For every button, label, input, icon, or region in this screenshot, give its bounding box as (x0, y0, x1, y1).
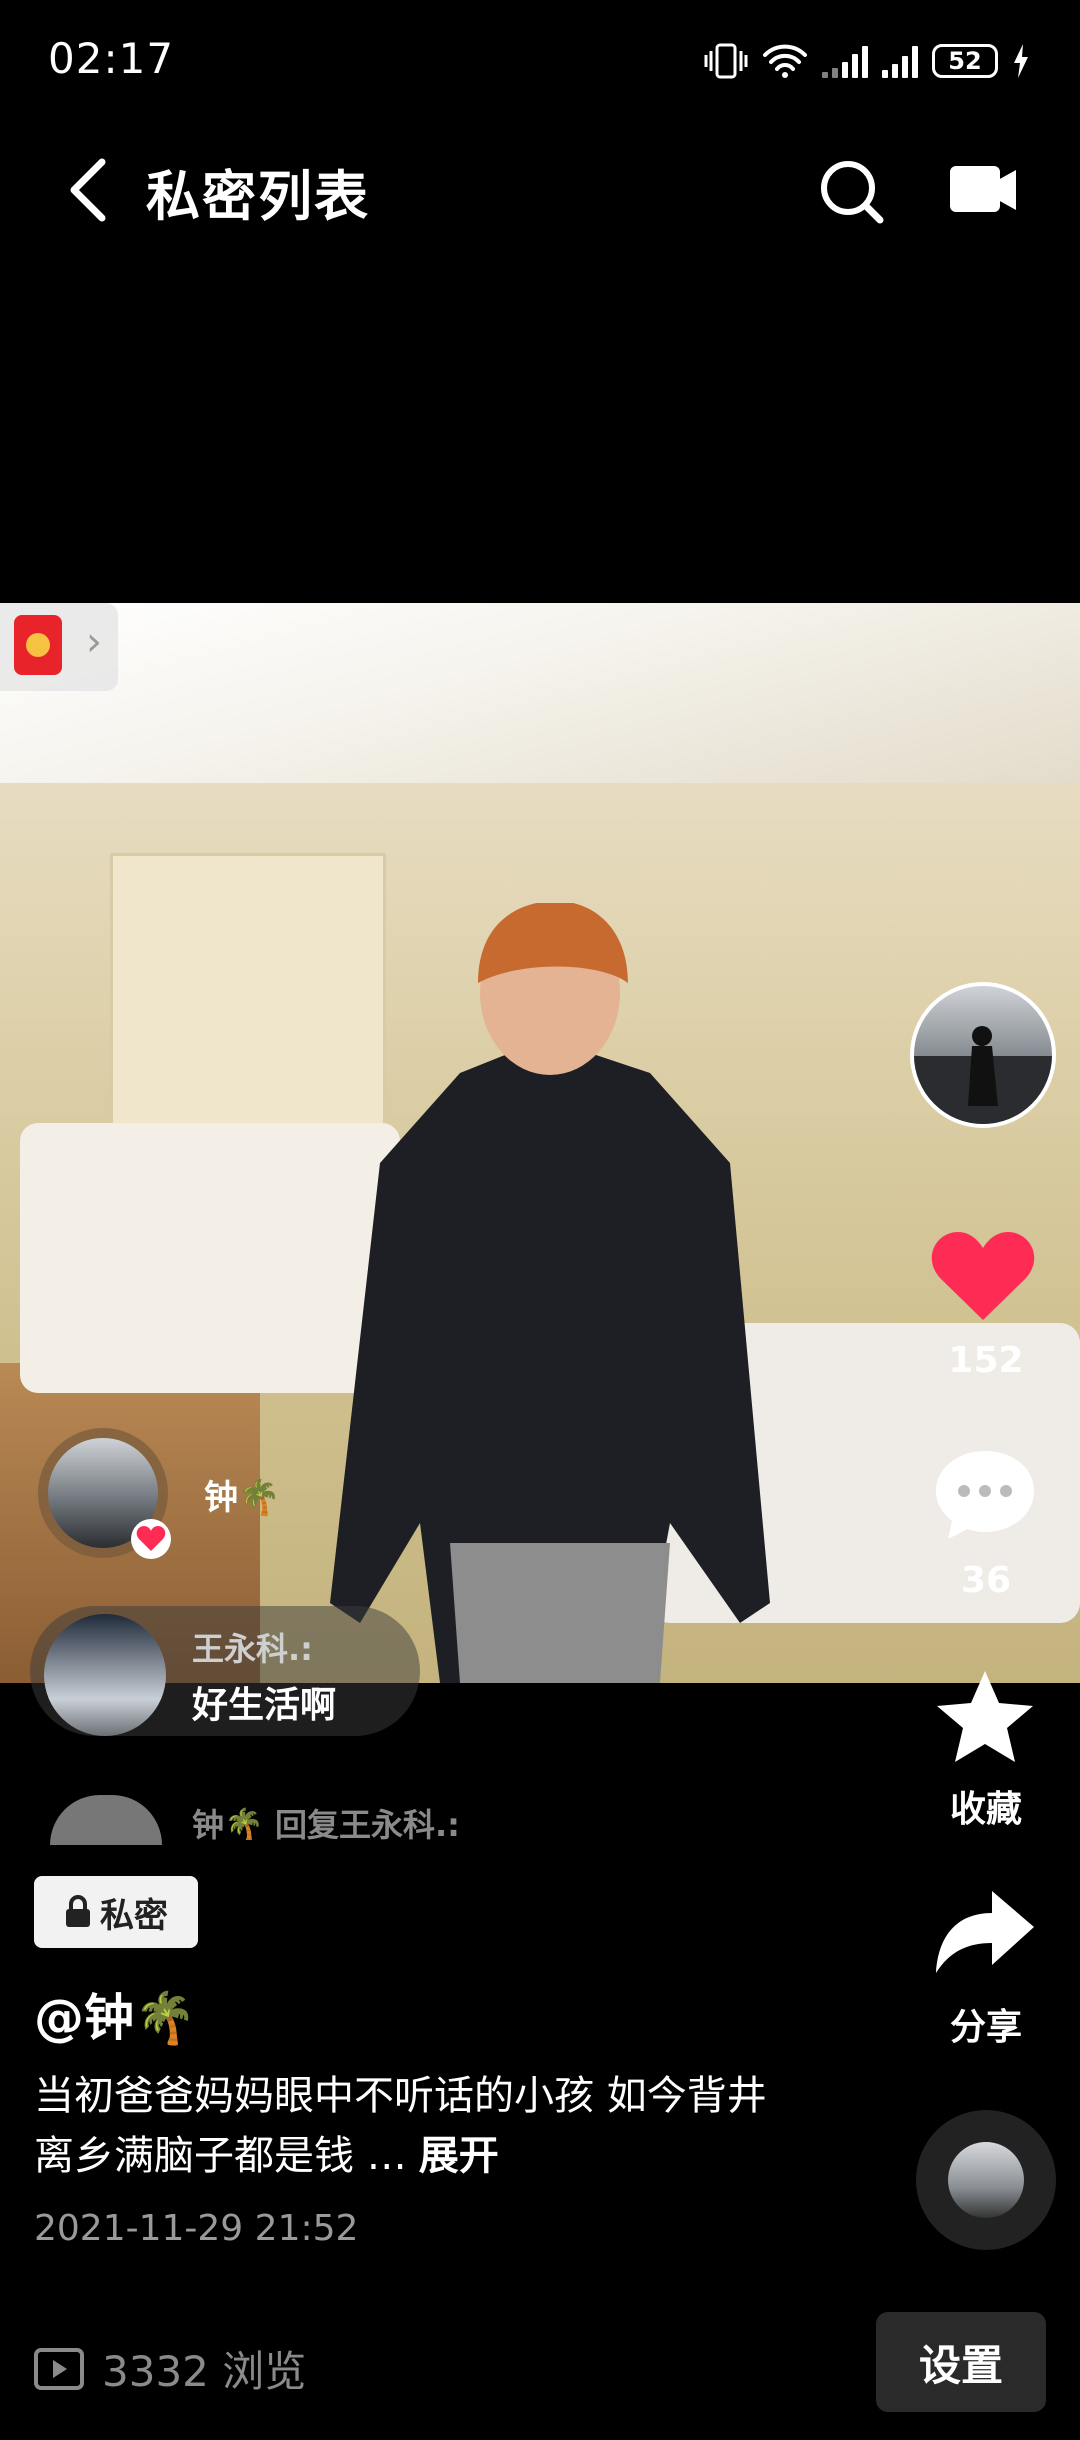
author-handle[interactable]: @钟🌴 (34, 1978, 196, 2050)
comment-avatar-2[interactable] (44, 1614, 166, 1736)
star-icon[interactable] (930, 1665, 1040, 1775)
video-caption: 当初爸爸妈妈眼中不听话的小孩 如今背井离乡满脑子都是钱 … 展开 (34, 2066, 794, 2186)
battery-indicator: 52 (932, 44, 998, 78)
privacy-label: 私密 (100, 1895, 168, 1936)
comment-reply-author: 钟🌴 回复王永科.: (192, 1806, 460, 1840)
comment-icon[interactable] (930, 1445, 1040, 1545)
share-label: 分享 (949, 2007, 1022, 2048)
play-icon (34, 2347, 84, 2390)
lock-icon (66, 1895, 90, 1927)
comment-author-2: 王永科.: (192, 1630, 313, 1668)
share-icon[interactable] (930, 1885, 1040, 1985)
view-count: 3332 浏览 (34, 2338, 306, 2399)
heart-icon[interactable] (928, 1228, 1038, 1328)
vibrate-icon (704, 43, 748, 79)
page-title: 私密列表 (146, 165, 370, 228)
status-icons: 52 (704, 36, 1030, 86)
heart-badge-icon (131, 1519, 171, 1559)
red-packet-icon (14, 615, 62, 675)
video-scene-ceiling (0, 603, 1080, 783)
favorite-label: 收藏 (949, 1789, 1022, 1830)
comment-avatar-3 (50, 1795, 162, 1845)
signal-icon-2 (882, 44, 918, 78)
views-text: 3332 浏览 (102, 2347, 307, 2396)
avatar-silhouette (914, 1026, 1052, 1124)
caption-text: 当初爸爸妈妈眼中不听话的小孩 如今背井离乡满脑子都是钱 … (34, 2073, 767, 2179)
settings-button[interactable]: 设置 (876, 2312, 1046, 2412)
search-icon[interactable] (812, 152, 892, 232)
comment-text: 好生活啊 (192, 1685, 337, 1726)
charging-icon (1014, 44, 1028, 78)
expand-link[interactable]: 展开 (419, 2133, 499, 2179)
back-icon[interactable] (58, 150, 118, 230)
red-packet-entry[interactable]: › (0, 603, 118, 691)
privacy-badge: 私密 (34, 1876, 198, 1948)
like-count: 152 (948, 1340, 1024, 1381)
comment-count: 36 (960, 1560, 1012, 1601)
status-time: 02:17 (48, 34, 175, 83)
video-subject (330, 903, 770, 1683)
music-cover (948, 2142, 1024, 2218)
post-date: 2021-11-29 21:52 (34, 2208, 359, 2249)
author-avatar[interactable] (910, 982, 1056, 1128)
chevron-right-icon: › (86, 619, 102, 665)
signal-icon (822, 44, 868, 78)
comment-author: 钟🌴 (204, 1478, 281, 1518)
music-disc[interactable] (916, 2110, 1056, 2250)
wifi-icon (763, 44, 807, 78)
camera-icon[interactable] (942, 158, 1022, 222)
